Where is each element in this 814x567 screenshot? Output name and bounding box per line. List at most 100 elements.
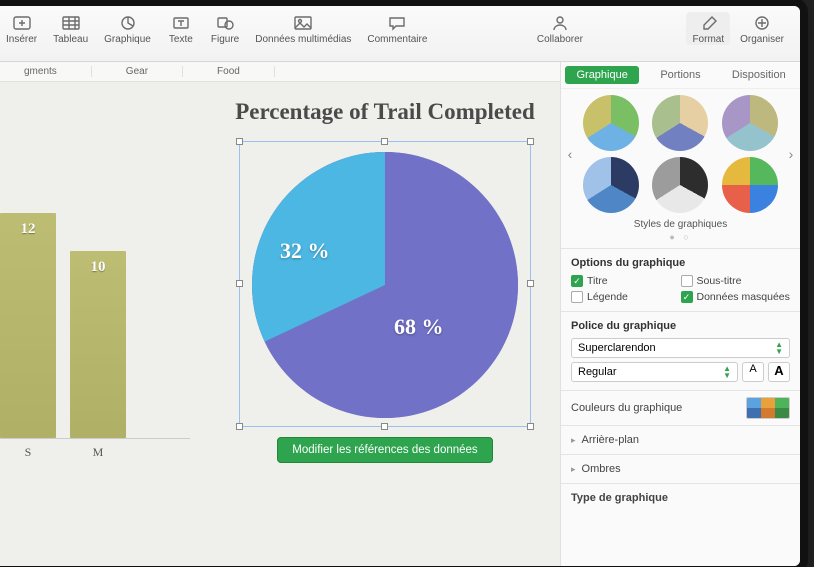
person-icon [546, 12, 574, 34]
resize-handle[interactable] [527, 280, 534, 287]
bar: 10 [70, 251, 126, 439]
font-smaller-button[interactable]: A [742, 362, 764, 382]
toolbar-label: Format [692, 34, 724, 45]
sheet-tab[interactable]: Food [183, 66, 275, 77]
checkbox-label: Légende [587, 291, 628, 303]
resize-handle[interactable] [381, 138, 388, 145]
resize-handle[interactable] [236, 138, 243, 145]
toolbar-media[interactable]: Données multimédias [249, 12, 357, 45]
pie-chart-title: Percentage of Trail Completed [230, 98, 540, 127]
toolbar-arrange[interactable]: Organiser [734, 12, 790, 45]
shape-icon [211, 12, 239, 34]
chart-font-section: Police du graphique Superclarendon ▲▼ Re… [561, 311, 800, 390]
bars: 13 12 10 [0, 138, 190, 438]
checkbox-label: Titre [587, 275, 608, 287]
chart-colors-label: Couleurs du graphique [571, 402, 682, 414]
resize-handle[interactable] [527, 138, 534, 145]
chart-style-swatch[interactable] [652, 95, 708, 151]
bar-chart[interactable]: 13 12 10 S S M [0, 138, 190, 498]
bar-value-label: 10 [91, 259, 106, 276]
font-larger-button[interactable]: A [768, 362, 790, 382]
select-value: Regular [578, 366, 617, 378]
chart-colors-row: Couleurs du graphique [561, 390, 800, 425]
toolbar-shape[interactable]: Figure [205, 12, 245, 45]
checkbox-icon [571, 291, 583, 303]
updown-icon: ▲▼ [775, 341, 783, 355]
toolbar-label: Données multimédias [255, 34, 351, 45]
sidebar-tab-portions[interactable]: Portions [643, 66, 717, 84]
select-value: Superclarendon [578, 342, 656, 354]
resize-handle[interactable] [236, 280, 243, 287]
color-palette-button[interactable] [746, 397, 790, 419]
pie-chart-section: Percentage of Trail Completed [230, 98, 540, 463]
checkbox-label: Données masquées [697, 291, 790, 303]
font-style-select[interactable]: Regular ▲▼ [571, 362, 738, 382]
chart-style-swatch[interactable] [722, 95, 778, 151]
checkbox-icon [681, 275, 693, 287]
checkbox-donnees-masquees[interactable]: ✓ Données masquées [681, 291, 791, 303]
chart-style-swatch[interactable] [583, 157, 639, 213]
chart-style-swatch[interactable] [583, 95, 639, 151]
pie-slice-label: 32 % [280, 238, 330, 264]
toolbar-insert[interactable]: Insérer [0, 12, 43, 45]
toolbar-comment[interactable]: Commentaire [361, 12, 433, 45]
bar-x-axis: S S M [0, 438, 190, 460]
disclosure-type-graphique[interactable]: Type de graphique [561, 483, 800, 512]
toolbar-label: Collaborer [537, 34, 583, 45]
checkbox-sous-titre[interactable]: Sous-titre [681, 275, 791, 287]
styles-next[interactable]: › [784, 146, 798, 162]
chart-style-grid [579, 95, 782, 213]
toolbar-label: Insérer [6, 34, 37, 45]
disclosure-ombres[interactable]: ▸ Ombres [561, 454, 800, 483]
resize-handle[interactable] [527, 423, 534, 430]
bar-x-tick: S [0, 445, 56, 460]
plus-square-icon [8, 12, 36, 34]
toolbar-label: Figure [211, 34, 239, 45]
bar: 12 [0, 213, 56, 438]
checkbox-legende[interactable]: Légende [571, 291, 681, 303]
pie-chart-icon [114, 12, 142, 34]
toolbar-collaborate[interactable]: Collaborer [531, 12, 589, 45]
disclosure-label: Arrière-plan [582, 434, 639, 446]
updown-icon: ▲▼ [723, 365, 731, 379]
styles-prev[interactable]: ‹ [563, 146, 577, 162]
edit-data-references-button[interactable]: Modifier les références des données [277, 437, 492, 463]
toolbar-label: Tableau [53, 34, 88, 45]
pager-dots: ● ○ [561, 232, 800, 242]
paintbrush-icon [694, 12, 722, 34]
format-sidebar: Graphique Portions Disposition ‹ › Style… [560, 62, 800, 566]
image-icon [289, 12, 317, 34]
disclosure-arriere-plan[interactable]: ▸ Arrière-plan [561, 425, 800, 454]
font-family-select[interactable]: Superclarendon ▲▼ [571, 338, 790, 358]
sheet-tabs: gments Gear Food [0, 62, 560, 82]
sheet-tab[interactable]: Gear [92, 66, 183, 77]
resize-handle[interactable] [236, 423, 243, 430]
toolbar-table[interactable]: Tableau [47, 12, 94, 45]
pie-slice-label: 68 % [394, 314, 444, 340]
sheet-tab[interactable]: gments [0, 66, 92, 77]
toolbar-text[interactable]: Texte [161, 12, 201, 45]
toolbar: Insérer Tableau Graphique Texte Figure D… [0, 6, 800, 62]
disclosure-icon: ▸ [571, 435, 576, 446]
sidebar-tab-graphique[interactable]: Graphique [565, 66, 639, 84]
pie-chart[interactable]: 32 % 68 % [252, 152, 518, 418]
selection-box[interactable]: 32 % 68 % [239, 141, 531, 427]
chart-style-swatch[interactable] [722, 157, 778, 213]
checkbox-icon: ✓ [681, 291, 693, 303]
document-canvas[interactable]: gments Gear Food 13 12 10 S S M Perc [0, 62, 560, 566]
checkbox-icon: ✓ [571, 275, 583, 287]
sidebar-tab-disposition[interactable]: Disposition [722, 66, 796, 84]
resize-handle[interactable] [381, 423, 388, 430]
toolbar-chart[interactable]: Graphique [98, 12, 157, 45]
toolbar-label: Texte [169, 34, 193, 45]
checkbox-label: Sous-titre [697, 275, 742, 287]
checkbox-titre[interactable]: ✓ Titre [571, 275, 681, 287]
text-icon [167, 12, 195, 34]
toolbar-label: Graphique [104, 34, 151, 45]
toolbar-label: Commentaire [367, 34, 427, 45]
sidebar-tabs: Graphique Portions Disposition [561, 62, 800, 89]
toolbar-format[interactable]: Format [686, 12, 730, 45]
bar-x-tick: M [70, 445, 126, 460]
chart-style-swatch[interactable] [652, 157, 708, 213]
chart-options-heading: Options du graphique [571, 257, 790, 269]
